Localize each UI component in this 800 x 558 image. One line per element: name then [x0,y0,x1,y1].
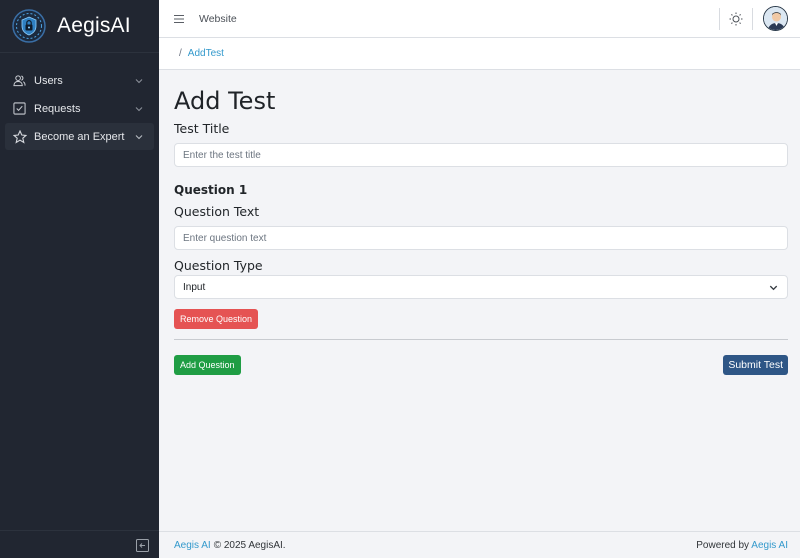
top-header: Website [159,0,800,38]
chevron-down-icon [135,106,143,111]
sidebar-footer [0,530,159,558]
footer: Aegis AI © 2025 AegisAI. Powered by Aegi… [159,531,800,558]
question-text-label: Question Text [174,204,260,219]
footer-powered-text: Powered by [696,539,750,551]
main-content: Add Test Test Title Enter the test title… [174,70,788,375]
avatar-person-icon [764,7,787,30]
sidebar-item-label: Users [34,74,63,87]
page-title: Add Test [174,87,276,115]
hamburger-menu-icon[interactable] [173,13,185,25]
question-heading: Question 1 [174,183,248,197]
users-icon [12,73,27,88]
sidebar-item-become-an-expert[interactable]: Become an Expert [5,123,154,150]
remove-question-button[interactable]: Remove Question [174,309,259,329]
brand-name: AegisAI [57,14,131,37]
sidebar-item-label: Requests [34,102,81,115]
breadcrumb-current[interactable]: AddTest [188,48,224,59]
sidebar-item-requests[interactable]: Requests [5,95,154,122]
checklist-icon [12,101,27,116]
user-avatar[interactable] [763,6,788,31]
sidebar-item-users[interactable]: Users [5,67,154,94]
sidebar-collapse-icon[interactable] [136,539,149,552]
sidebar-item-label: Become an Expert [34,130,125,143]
question-type-value: Input [183,281,206,293]
remove-question-row: Remove Question [174,309,788,329]
footer-powered-link[interactable]: Aegis AI [751,540,788,551]
sidebar: AegisAI Users Requests Become an Expert [0,0,159,558]
breadcrumb-separator: / [179,48,182,59]
test-title-input[interactable]: Enter the test title [174,143,788,167]
form-actions: Add Question Submit Test [174,355,788,375]
header-divider [719,7,720,30]
divider [174,339,788,340]
question-type-select[interactable]: Input [174,275,788,299]
footer-brand-link[interactable]: Aegis AI [174,540,211,551]
breadcrumb: / AddTest [159,38,800,70]
aegis-shield-logo-icon [12,9,46,43]
website-link[interactable]: Website [199,13,237,25]
sun-theme-toggle-icon[interactable] [728,11,744,27]
brand[interactable]: AegisAI [0,0,159,53]
question-type-label: Question Type [174,258,263,273]
sidebar-nav: Users Requests Become an Expert [0,53,159,150]
chevron-down-icon [769,285,778,290]
chevron-down-icon [135,78,143,83]
test-title-label: Test Title [174,121,230,136]
footer-powered-by: Powered by Aegis AI [696,540,788,551]
question-text-input[interactable]: Enter question text [174,226,788,250]
header-divider [752,7,753,30]
header-actions [719,0,800,38]
add-question-button[interactable]: Add Question [174,355,241,375]
chevron-down-icon [135,134,143,139]
submit-test-button[interactable]: Submit Test [723,355,788,375]
star-icon [12,129,27,144]
footer-copyright: © 2025 AegisAI. [213,539,286,551]
